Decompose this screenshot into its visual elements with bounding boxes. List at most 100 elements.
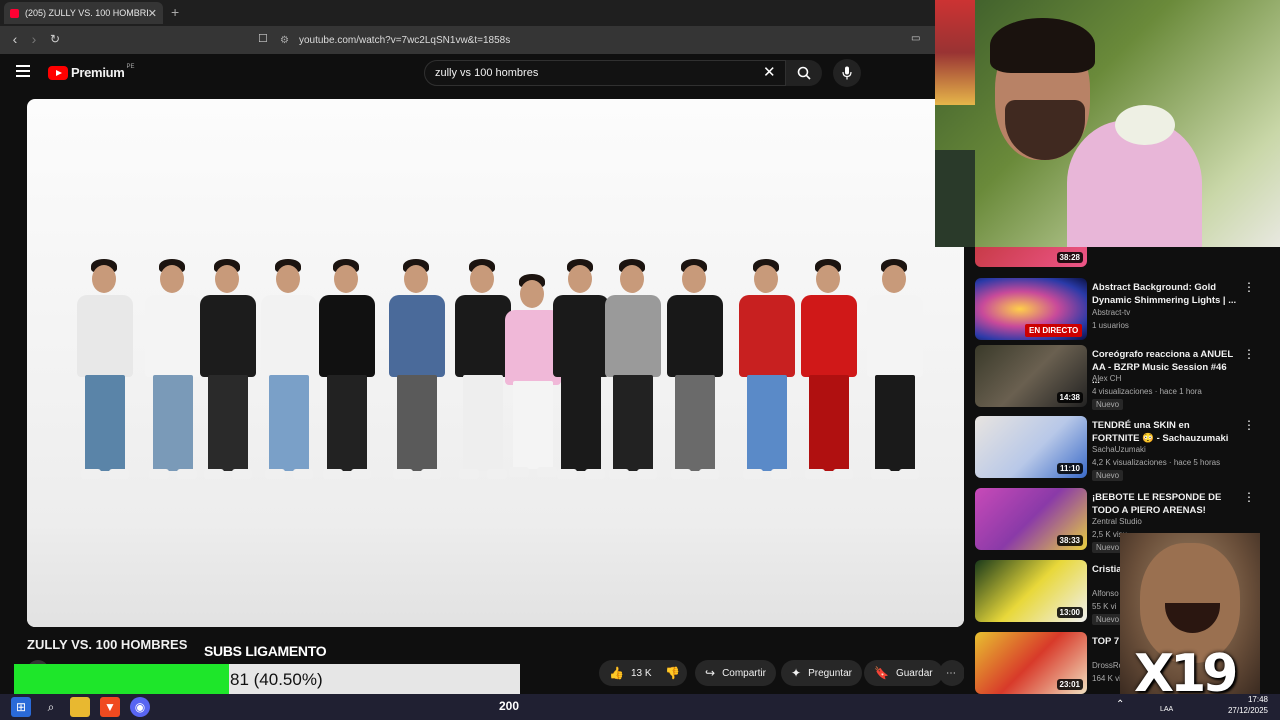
recommendation-title[interactable]: ¡BEBOTE LE RESPONDE DE TODO A PIERO AREN… <box>1092 491 1237 517</box>
taskbar <box>0 694 1280 720</box>
recommendation-item[interactable]: EN DIRECTO Abstract Background: Gold Dyn… <box>975 278 1275 342</box>
clock-time: 17:48 <box>1247 695 1268 704</box>
new-badge: Nuevo <box>1092 542 1124 553</box>
save-button[interactable]: 🔖 Guardar <box>864 660 943 686</box>
video-duration: 11:10 <box>1056 463 1083 474</box>
recommendation-channel[interactable]: SachaUzumaki <box>1092 445 1146 454</box>
live-badge: EN DIRECTO <box>1025 324 1083 337</box>
background-hat <box>1115 105 1175 145</box>
more-options-icon[interactable]: ⋮ <box>1243 418 1255 432</box>
poster-shape <box>935 0 975 105</box>
recommendation-channel[interactable]: Zentral Studio <box>1092 517 1142 526</box>
youtube-premium-logo[interactable]: Premium PE <box>48 63 135 80</box>
new-tab-button[interactable]: + <box>171 4 179 20</box>
logo-text: Premium <box>71 65 125 80</box>
bookmark-icon[interactable]: ☐ <box>258 32 268 45</box>
search-icon <box>797 66 811 80</box>
back-icon[interactable]: ‹ <box>6 31 24 47</box>
start-icon[interactable]: ⊞ <box>11 697 31 717</box>
shelf-shape <box>935 150 975 247</box>
clear-search-icon[interactable]: ✕ <box>763 63 776 81</box>
recommendation-item[interactable]: 38:28 <box>975 247 1275 269</box>
new-badge: Nuevo <box>1092 470 1124 481</box>
menu-icon[interactable] <box>16 65 30 77</box>
recommendation-channel[interactable]: Alex CH <box>1092 374 1121 383</box>
video-duration: 14:38 <box>1056 392 1083 403</box>
recommendation-channel[interactable]: DrossRo <box>1092 661 1123 670</box>
video-floor <box>27 529 964 627</box>
video-thumbnail[interactable]: 38:33 <box>975 488 1087 550</box>
video-thumbnail[interactable]: 11:10 <box>975 416 1087 478</box>
video-player[interactable] <box>27 99 964 627</box>
cast-icon[interactable]: ▭ <box>911 33 920 44</box>
like-button[interactable]: 👍 13 K <box>599 660 657 686</box>
video-duration: 38:33 <box>1056 535 1083 546</box>
share-button[interactable]: ↪ Compartir <box>695 660 776 686</box>
search-input[interactable]: zully vs 100 hombres <box>424 60 786 86</box>
video-thumbnail[interactable]: 23:01 <box>975 632 1087 694</box>
recommendation-title[interactable]: TENDRÉ una SKIN en FORTNITE 😳 - Sachauzu… <box>1092 419 1237 445</box>
reload-icon[interactable]: ↻ <box>46 32 64 46</box>
recommendation-channel[interactable]: Abstract-tv <box>1092 308 1130 317</box>
more-icon: ⋯ <box>946 667 956 679</box>
bookmark-icon: 🔖 <box>874 666 889 680</box>
recommendation-title[interactable]: Abstract Background: Gold Dynamic Shimme… <box>1092 281 1237 307</box>
youtube-favicon-icon <box>10 8 19 18</box>
discord-icon[interactable]: ◉ <box>130 697 150 717</box>
more-options-icon[interactable]: ⋮ <box>1243 490 1255 504</box>
microphone-icon <box>842 66 852 80</box>
keyboard-language[interactable]: LAA <box>1160 706 1173 713</box>
more-actions-button[interactable]: ⋯ <box>939 660 965 686</box>
subs-progress-text: 81 (40.50%) <box>230 670 323 689</box>
video-thumbnail[interactable]: 13:00 <box>975 560 1087 622</box>
search-icon[interactable]: ⌕ <box>41 697 61 717</box>
subs-goal-label: SUBS LIGAMENTO <box>204 643 327 659</box>
recommendation-item[interactable]: 11:10 TENDRÉ una SKIN en FORTNITE 😳 - Sa… <box>975 416 1275 481</box>
clock-date: 27/12/2025 <box>1227 706 1268 715</box>
recommendation-channel[interactable]: Alfonso <box>1092 589 1119 598</box>
thumbs-up-icon: 👍 <box>609 666 624 680</box>
forward-icon[interactable]: › <box>25 31 43 47</box>
new-badge: Nuevo <box>1092 399 1124 410</box>
chevron-up-icon[interactable]: ⌃ <box>1116 699 1124 710</box>
video-duration: 38:28 <box>1056 252 1083 263</box>
close-tab-icon[interactable]: ✕ <box>148 7 157 20</box>
taskbar-counter: 200 <box>499 699 520 713</box>
ask-button[interactable]: ✦ Preguntar <box>781 660 862 686</box>
recommendation-item[interactable]: 14:38 Coreógrafo reacciona a ANUEL AA - … <box>975 345 1275 410</box>
streamer-hair <box>990 18 1095 73</box>
video-duration: 13:00 <box>1056 607 1083 618</box>
new-badge: Nuevo <box>1092 614 1124 625</box>
more-options-icon[interactable]: ⋮ <box>1243 280 1255 294</box>
ask-label: Preguntar <box>808 667 852 679</box>
dislike-button[interactable]: 👎 <box>657 660 687 686</box>
subs-progress-fill <box>14 664 230 694</box>
url-field[interactable]: ⚙ youtube.com/watch?v=7wc2LqSN1vw&t=1858… <box>280 30 925 50</box>
search-button[interactable] <box>786 60 822 86</box>
clock[interactable]: 17:48 27/12/2025 <box>1226 694 1268 716</box>
like-count: 13 K <box>630 667 652 679</box>
voice-search-button[interactable] <box>833 59 861 87</box>
tab-title: (205) ZULLY VS. 100 HOMBRES <box>25 8 148 18</box>
video-thumbnail[interactable]: 38:28 <box>975 247 1087 267</box>
country-code: PE <box>126 63 135 70</box>
save-label: Guardar <box>895 667 933 679</box>
file-explorer-icon[interactable] <box>70 697 90 717</box>
site-info-icon[interactable]: ⚙ <box>280 35 289 46</box>
video-title: ZULLY VS. 100 HOMBRES <box>27 637 188 652</box>
brave-browser-icon[interactable]: ▼ <box>100 697 120 717</box>
video-thumbnail[interactable]: 14:38 <box>975 345 1087 407</box>
share-label: Compartir <box>722 667 766 679</box>
sparkle-icon: ✦ <box>791 666 802 680</box>
youtube-play-icon <box>48 65 68 80</box>
recommendation-meta: 4,2 K visualizaciones · hace 5 horas <box>1092 458 1221 467</box>
share-icon: ↪ <box>705 666 716 680</box>
webcam-overlay <box>935 0 1280 247</box>
browser-tab[interactable]: (205) ZULLY VS. 100 HOMBRES ✕ <box>4 2 163 24</box>
more-options-icon[interactable]: ⋮ <box>1243 347 1255 361</box>
url-text: youtube.com/watch?v=7wc2LqSN1vw&t=1858s <box>298 34 511 46</box>
recommendation-meta: 4 visualizaciones · hace 1 hora <box>1092 387 1202 396</box>
subs-progress-bar: 81 (40.50%) <box>14 664 520 694</box>
thumbs-down-icon: 👎 <box>665 666 680 680</box>
video-thumbnail[interactable]: EN DIRECTO <box>975 278 1087 340</box>
